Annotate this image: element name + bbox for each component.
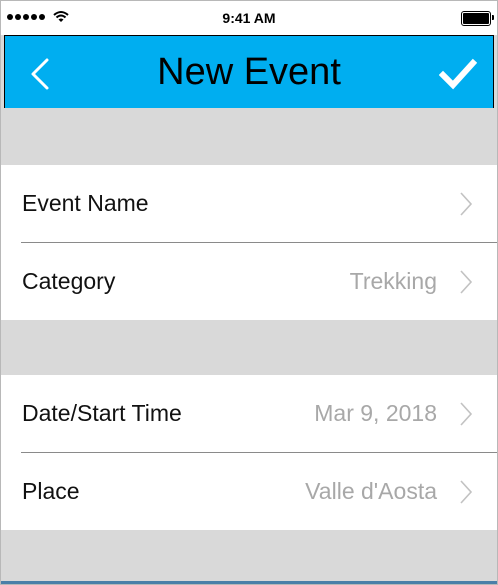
place-value: Valle d'Aosta — [305, 478, 437, 504]
section-spacer — [1, 108, 497, 165]
place-row[interactable]: Place Valle d'Aosta — [1, 453, 497, 530]
chevron-right-icon — [460, 480, 473, 504]
event-name-label: Event Name — [22, 190, 149, 216]
section-spacer — [1, 320, 497, 375]
date-start-time-row[interactable]: Date/Start Time Mar 9, 2018 — [1, 375, 497, 452]
status-bar: 9:41 AM — [1, 1, 497, 35]
section-spacer — [1, 530, 497, 581]
status-time: 9:41 AM — [222, 10, 276, 26]
place-label: Place — [22, 478, 80, 504]
category-row[interactable]: Category Trekking — [1, 243, 497, 320]
done-button[interactable] — [439, 58, 477, 90]
chevron-right-icon — [460, 402, 473, 426]
bottom-edge — [1, 581, 497, 584]
chevron-right-icon — [460, 270, 473, 294]
page-title: New Event — [157, 51, 341, 93]
checkmark-icon — [439, 58, 477, 90]
battery-icon — [461, 11, 494, 26]
date-start-time-label: Date/Start Time — [22, 400, 182, 426]
date-place-group: Date/Start Time Mar 9, 2018 Place Valle … — [1, 375, 497, 530]
navigation-bar: New Event — [4, 35, 494, 109]
category-value: Trekking — [349, 268, 437, 294]
event-name-row[interactable]: Event Name — [1, 165, 497, 242]
event-details-group: Event Name Category Trekking — [1, 165, 497, 320]
category-label: Category — [22, 268, 116, 294]
date-start-time-value: Mar 9, 2018 — [314, 400, 437, 426]
chevron-right-icon — [460, 192, 473, 216]
app-screen: 9:41 AM New Event Event Name Category Tr… — [0, 0, 498, 585]
